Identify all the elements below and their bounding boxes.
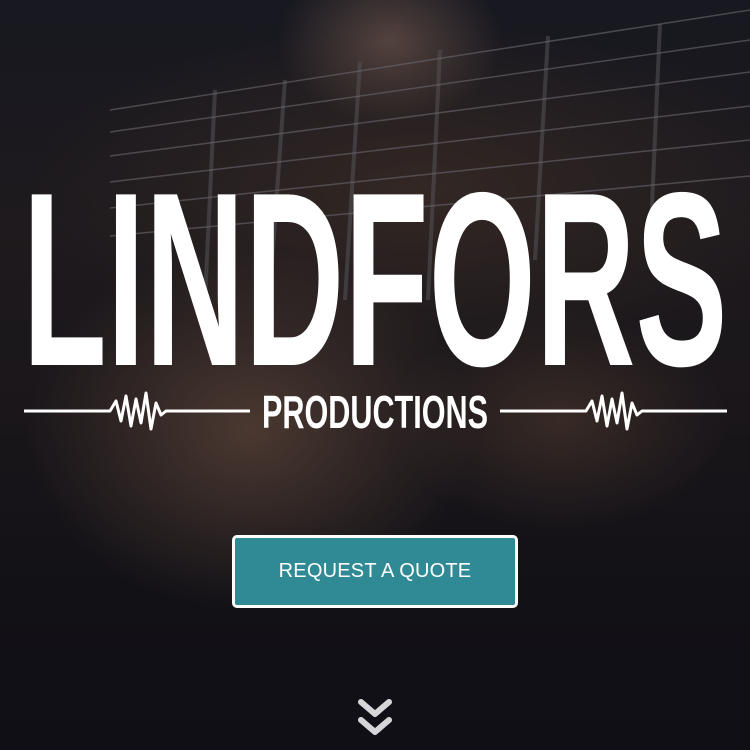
brand-wordmark: LINDFORS [23,140,728,418]
request-quote-button[interactable]: REQUEST A QUOTE [232,535,518,608]
lindfors-productions-logo: LINDFORS PRODUCTIONS [23,140,728,438]
hero-section: LINDFORS PRODUCTIONS REQUEST A QUOTE [0,0,750,750]
brand-tagline: PRODUCTIONS [262,386,488,438]
double-chevron-down-icon[interactable] [355,698,395,742]
